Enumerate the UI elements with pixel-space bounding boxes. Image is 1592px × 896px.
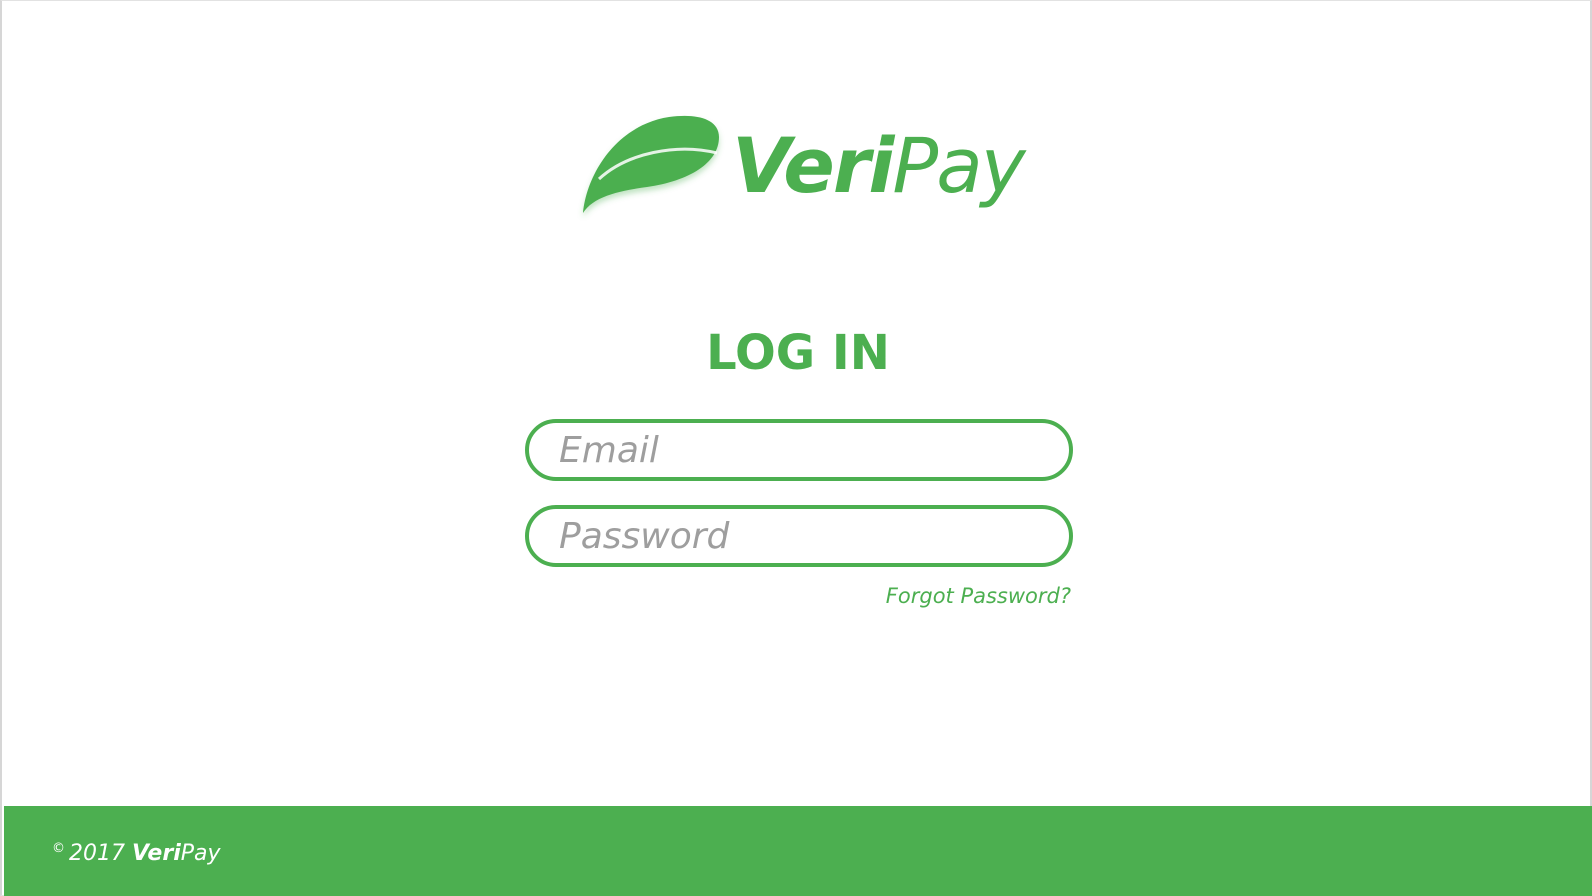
- footer: © 2017 VeriPay: [4, 806, 1592, 896]
- forgot-password-link[interactable]: Forgot Password?: [825, 581, 1071, 611]
- copyright-symbol: ©: [52, 841, 65, 856]
- page-title: LOG IN: [706, 325, 890, 381]
- copyright-year: 2017: [69, 841, 125, 866]
- email-field[interactable]: [525, 419, 1073, 481]
- footer-brand-light: Pay: [180, 841, 221, 866]
- brand-name-light: Pay: [892, 121, 1025, 210]
- footer-brand-bold: Veri: [132, 841, 181, 866]
- password-field[interactable]: [525, 505, 1073, 567]
- leaf-icon: [583, 115, 719, 213]
- brand-name-bold: Veri: [732, 121, 894, 210]
- brand-logo: VeriPay: [577, 113, 1026, 223]
- brand-wordmark: VeriPay: [732, 121, 1026, 211]
- footer-copyright: © 2017 VeriPay: [52, 834, 221, 869]
- login-page: VeriPay LOG IN Forgot Password? ©2017 Ve…: [0, 0, 1592, 896]
